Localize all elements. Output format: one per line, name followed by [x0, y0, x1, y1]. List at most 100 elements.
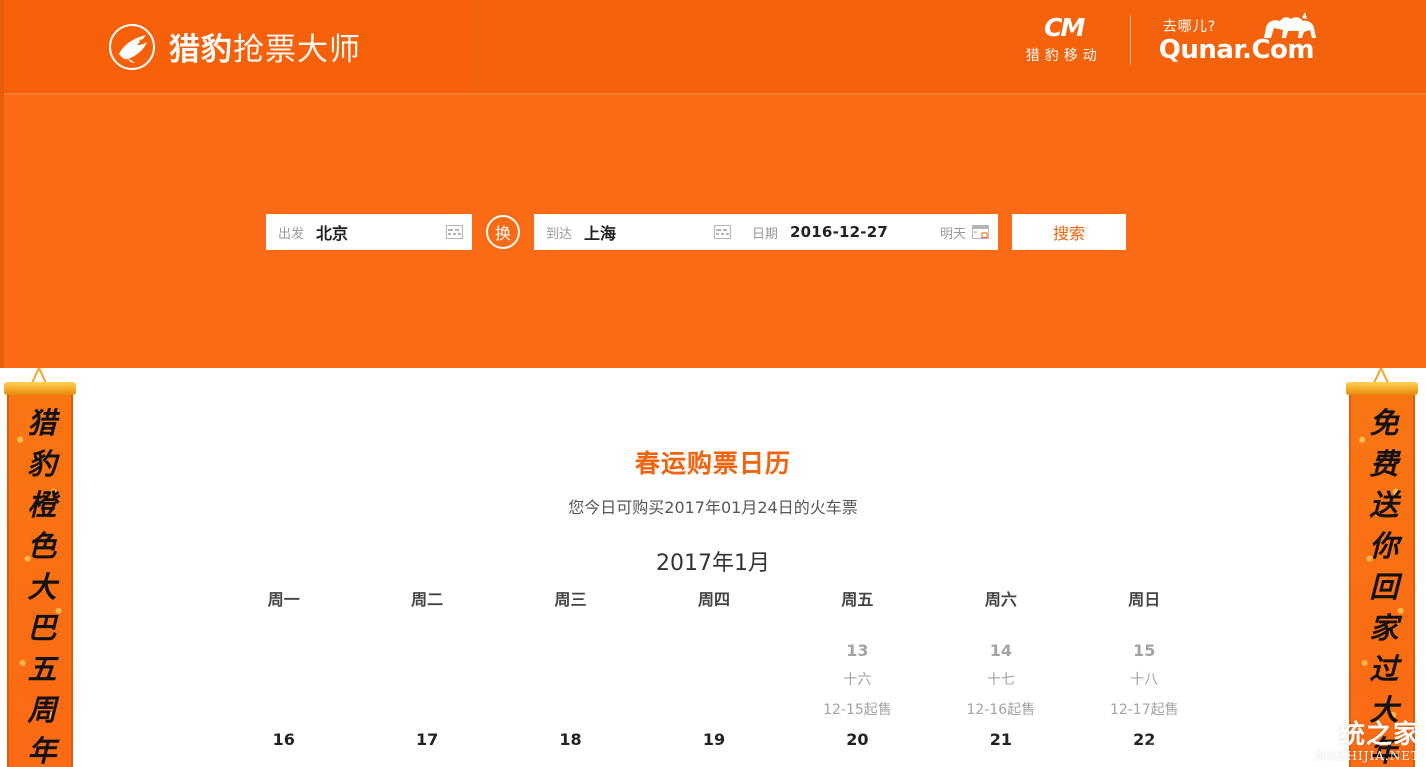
left-edge-strip — [0, 0, 4, 368]
departure-field[interactable]: 出发 北京 — [266, 214, 472, 250]
search-button-label: 搜索 — [1052, 224, 1085, 243]
scroll-character: 回 — [1369, 570, 1399, 604]
scroll-character: 色 — [27, 529, 57, 563]
scroll-character: 费 — [1369, 447, 1399, 481]
calendar-day-number: 19 — [702, 730, 726, 749]
scroll-rod — [1346, 382, 1418, 395]
app-header: 猎豹抢票大师 CM 猎豹移动 去哪儿? Qunar.Com — [0, 0, 1426, 93]
scroll-character: 周 — [27, 693, 57, 727]
arrival-label: 到达 — [546, 226, 573, 242]
date-field[interactable]: 日期 2016-12-27 明天 — [740, 214, 998, 250]
calendar-day-number: 17 — [416, 730, 439, 749]
calendar-weekday-header: 周六 — [984, 590, 1017, 609]
arrival-input[interactable]: 上海 — [584, 220, 714, 244]
calendar-weekday-header: 周四 — [697, 590, 730, 609]
calendar-grid: 周一 周二 周三 周四 周五 周六 周日 13 十六 12-15起售 14 十七 12-16起售 15 十八… — [212, 586, 1216, 767]
calendar-title: 春运购票日历 — [634, 449, 791, 478]
calendar-day-lunar: 十六 — [843, 672, 872, 688]
search-button[interactable]: 搜索 — [1012, 214, 1126, 250]
scroll-character: 送 — [1369, 488, 1399, 522]
scroll-character: 五 — [27, 652, 57, 686]
brand-qunar[interactable]: 去哪儿? Qunar.Com — [1159, 11, 1316, 64]
scroll-left-text: 猎豹橙色大巴五周年 — [9, 403, 71, 767]
header-rule — [0, 93, 1426, 95]
calendar-day-lunar — [212, 754, 355, 767]
calendar-day-sale-date: 12-16起售 — [966, 702, 1036, 718]
calendar-day-number: 15 — [1133, 641, 1156, 660]
calendar-day-cell[interactable]: 21 — [929, 725, 1072, 767]
calendar-day-number: 22 — [1133, 730, 1156, 749]
logo-text-bold: 猎豹 — [169, 32, 233, 68]
cm-logo-sub: 猎豹移动 — [1025, 48, 1102, 64]
promo-scroll-right: 免费送你回家过大年 — [1346, 367, 1418, 767]
scroll-character: 免 — [1369, 406, 1399, 440]
calendar-day-number: 18 — [559, 730, 582, 749]
list-grid-icon[interactable] — [714, 225, 731, 239]
cheetah-icon — [109, 23, 155, 70]
ticket-search-bar: 出发 北京 换 到达 上海 日期 2016-12-27 明天 搜索 — [266, 214, 1126, 250]
calendar-day-number: 13 — [846, 641, 869, 660]
calendar-day-lunar — [499, 754, 642, 767]
scroll-character: 猎 — [27, 406, 57, 440]
logo-block[interactable]: 猎豹抢票大师 — [0, 0, 470, 93]
calendar-day-number: 16 — [272, 730, 295, 749]
calendar-icon[interactable] — [972, 225, 989, 239]
departure-input[interactable]: 北京 — [316, 220, 446, 244]
calendar-panel: 春运购票日历 您今日可购买2017年01月24日的火车票 2017年1月 周一周… — [0, 368, 1426, 767]
scroll-body: 免费送你回家过大年 — [1349, 395, 1415, 767]
date-hint: 明天 — [939, 226, 966, 242]
calendar-day-lunar: 十七 — [986, 672, 1015, 688]
calendar-month-label: 2017年1月 — [656, 551, 770, 576]
date-input[interactable]: 2016-12-27 — [790, 223, 940, 241]
cm-logo-mark: CM — [1044, 13, 1085, 42]
calendar-weekday-header: 周五 — [841, 590, 874, 609]
calendar-weekday-header: 周一 — [267, 590, 300, 609]
calendar-day-cell[interactable]: 19 — [642, 725, 785, 767]
scroll-character: 巴 — [27, 611, 57, 645]
logo-text-thin: 抢票大师 — [233, 32, 361, 68]
calendar-subtitle: 您今日可购买2017年01月24日的火车票 — [568, 498, 858, 517]
calendar-day-cell[interactable]: 16 — [212, 725, 355, 767]
scroll-character: 橙 — [27, 488, 57, 522]
list-grid-icon[interactable] — [446, 225, 463, 239]
calendar-weekday-header: 周二 — [411, 590, 444, 609]
swap-stations-button[interactable]: 换 — [486, 215, 520, 249]
departure-label: 出发 — [278, 226, 305, 242]
calendar-day-lunar — [355, 754, 498, 767]
calendar-day-cell[interactable]: 20 — [786, 725, 929, 767]
calendar-day-cell[interactable]: 13 十六 12-15起售 — [786, 636, 929, 725]
swap-label: 换 — [494, 224, 511, 243]
calendar-weekday-header: 周日 — [1128, 590, 1161, 609]
calendar-day-sale-date: 12-15起售 — [823, 702, 892, 718]
brand-divider — [1129, 14, 1131, 65]
calendar-day-lunar — [929, 754, 1072, 767]
calendar-day-number: 21 — [989, 730, 1012, 749]
partner-brands: CM 猎豹移动 去哪儿? Qunar.Com — [1026, 11, 1316, 65]
calendar-day-cell[interactable]: 22 — [1073, 725, 1216, 767]
scroll-character: 大 — [27, 570, 57, 604]
scroll-right-text: 免费送你回家过大年 — [1351, 403, 1413, 767]
scroll-hanger-icon — [38, 367, 47, 383]
camel-icon — [1258, 11, 1320, 47]
scroll-character: 你 — [1369, 529, 1399, 563]
calendar-day-cell[interactable]: 18 — [499, 725, 642, 767]
scroll-hanger-icon — [1380, 367, 1389, 383]
calendar-day-cell[interactable]: 17 — [355, 725, 498, 767]
calendar-day-lunar: 十八 — [1130, 672, 1159, 688]
scroll-character: 过 — [1369, 652, 1399, 686]
scroll-character: 豹 — [27, 447, 57, 481]
calendar-day-number: 20 — [846, 730, 869, 749]
scroll-character: 大 — [1369, 693, 1399, 727]
calendar-day-cell[interactable]: 14 十七 12-16起售 — [929, 636, 1072, 725]
scroll-character: 家 — [1369, 611, 1399, 645]
scroll-body: 猎豹橙色大巴五周年 — [7, 395, 73, 767]
scroll-rod — [4, 382, 76, 395]
calendar-day-cell[interactable]: 15 十八 12-17起售 — [1073, 636, 1216, 725]
date-label: 日期 — [752, 226, 779, 242]
brand-cheetah-mobile[interactable]: CM 猎豹移动 — [1026, 14, 1102, 65]
calendar-day-lunar — [1073, 754, 1216, 767]
calendar-day-number: 14 — [989, 641, 1012, 660]
calendar-day-sale-date: 12-17起售 — [1109, 702, 1179, 718]
calendar-day-lunar — [642, 754, 785, 767]
arrival-field[interactable]: 到达 上海 — [534, 214, 740, 250]
